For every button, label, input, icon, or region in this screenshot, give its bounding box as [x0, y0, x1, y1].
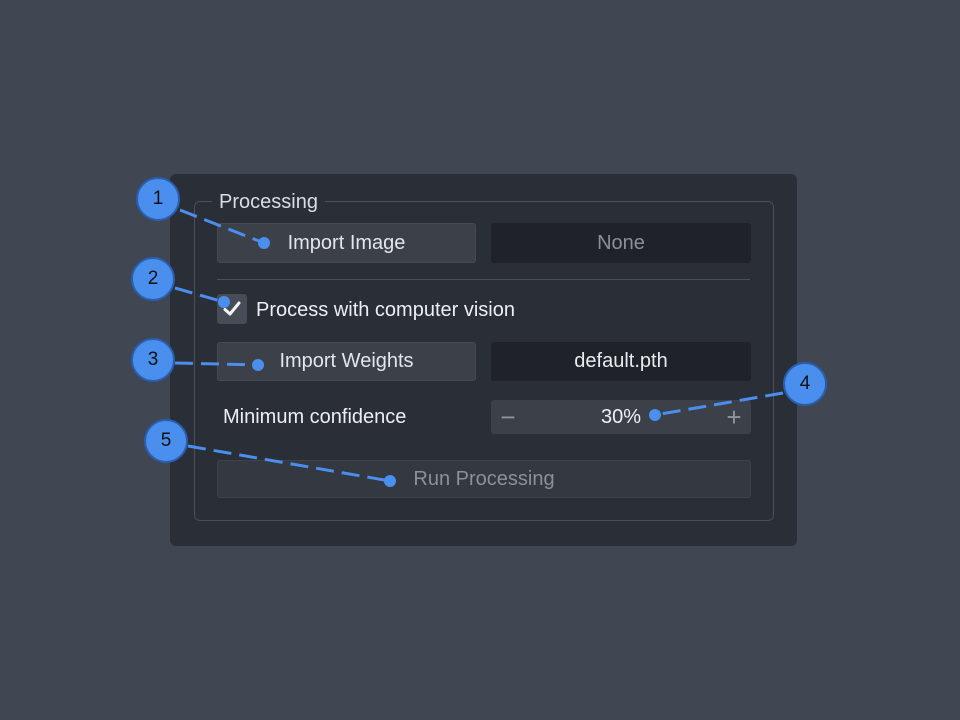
computer-vision-label[interactable]: Process with computer vision — [256, 297, 515, 323]
import-weights-button[interactable]: Import Weights — [217, 342, 476, 381]
minimum-confidence-label: Minimum confidence — [223, 406, 407, 428]
increment-button[interactable]: + — [717, 400, 751, 434]
callout-badge-1: 1 — [136, 177, 180, 221]
group-title: Processing — [212, 189, 325, 215]
callout-badge-4: 4 — [783, 362, 827, 406]
callout-badge-5: 5 — [144, 419, 188, 463]
image-filename-display: None — [491, 223, 751, 263]
confidence-spinbox[interactable]: − 30% + — [491, 400, 751, 434]
callout-badge-3: 3 — [131, 338, 175, 382]
check-mark-icon — [223, 301, 241, 316]
run-processing-button[interactable]: Run Processing — [217, 460, 751, 498]
weights-filename-display: default.pth — [491, 342, 751, 381]
callout-badge-2: 2 — [131, 257, 175, 301]
stage: Processing Import Image None Process wit… — [0, 0, 960, 720]
import-image-button[interactable]: Import Image — [217, 223, 476, 263]
confidence-value[interactable]: 30% — [571, 400, 671, 434]
decrement-button[interactable]: − — [491, 400, 525, 434]
computer-vision-checkbox[interactable] — [217, 294, 247, 324]
divider — [217, 279, 750, 280]
